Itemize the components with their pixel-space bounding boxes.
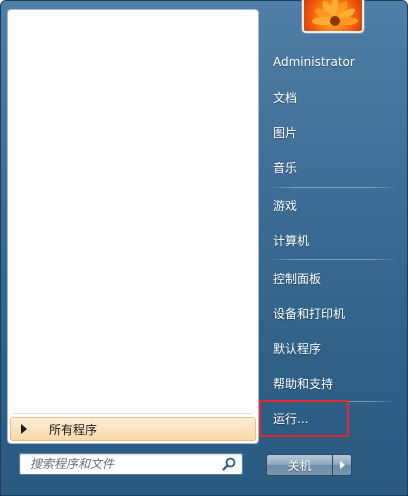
chevron-right-icon — [339, 461, 345, 469]
start-menu: 所有程序 Administrator 文档 图片 音乐 游戏 计算机 控制面板 … — [0, 0, 408, 496]
search-input[interactable] — [28, 455, 218, 473]
default-programs-item[interactable]: 默认程序 — [263, 334, 403, 362]
search-icon[interactable] — [222, 457, 236, 471]
shutdown-button[interactable]: 关机 — [266, 454, 332, 476]
chevron-right-icon — [21, 424, 27, 434]
documents-item[interactable]: 文档 — [263, 83, 403, 111]
right-divider — [269, 401, 397, 402]
programs-pane: 所有程序 — [7, 9, 259, 444]
shutdown-group: 关机 — [266, 454, 352, 476]
search-box[interactable] — [19, 453, 243, 475]
pictures-label: 图片 — [273, 125, 298, 140]
user-name-item[interactable]: Administrator — [263, 48, 403, 76]
right-divider — [269, 187, 397, 188]
all-programs-label: 所有程序 — [49, 422, 98, 437]
computer-item[interactable]: 计算机 — [263, 226, 403, 254]
shutdown-options-button[interactable] — [332, 454, 352, 476]
all-programs-button[interactable]: 所有程序 — [10, 417, 256, 441]
games-label: 游戏 — [273, 198, 298, 213]
help-support-item[interactable]: 帮助和支持 — [263, 369, 403, 397]
devices-printers-label: 设备和打印机 — [273, 306, 346, 321]
flower-icon — [312, 0, 358, 26]
music-label: 音乐 — [273, 160, 298, 175]
user-name-label: Administrator — [273, 55, 355, 69]
shutdown-label: 关机 — [287, 458, 312, 473]
pinned-programs-list — [8, 10, 258, 410]
games-item[interactable]: 游戏 — [263, 191, 403, 219]
documents-label: 文档 — [273, 90, 298, 105]
user-avatar[interactable] — [302, 0, 364, 33]
left-divider — [14, 413, 252, 414]
computer-label: 计算机 — [273, 233, 310, 248]
right-divider — [269, 259, 397, 260]
help-support-label: 帮助和支持 — [273, 376, 334, 391]
music-item[interactable]: 音乐 — [263, 153, 403, 181]
control-panel-label: 控制面板 — [273, 271, 322, 286]
run-item[interactable]: 运行... — [263, 404, 403, 432]
default-programs-label: 默认程序 — [273, 341, 322, 356]
pictures-item[interactable]: 图片 — [263, 118, 403, 146]
control-panel-item[interactable]: 控制面板 — [263, 264, 403, 292]
run-label: 运行... — [273, 411, 309, 426]
devices-printers-item[interactable]: 设备和打印机 — [263, 299, 403, 327]
